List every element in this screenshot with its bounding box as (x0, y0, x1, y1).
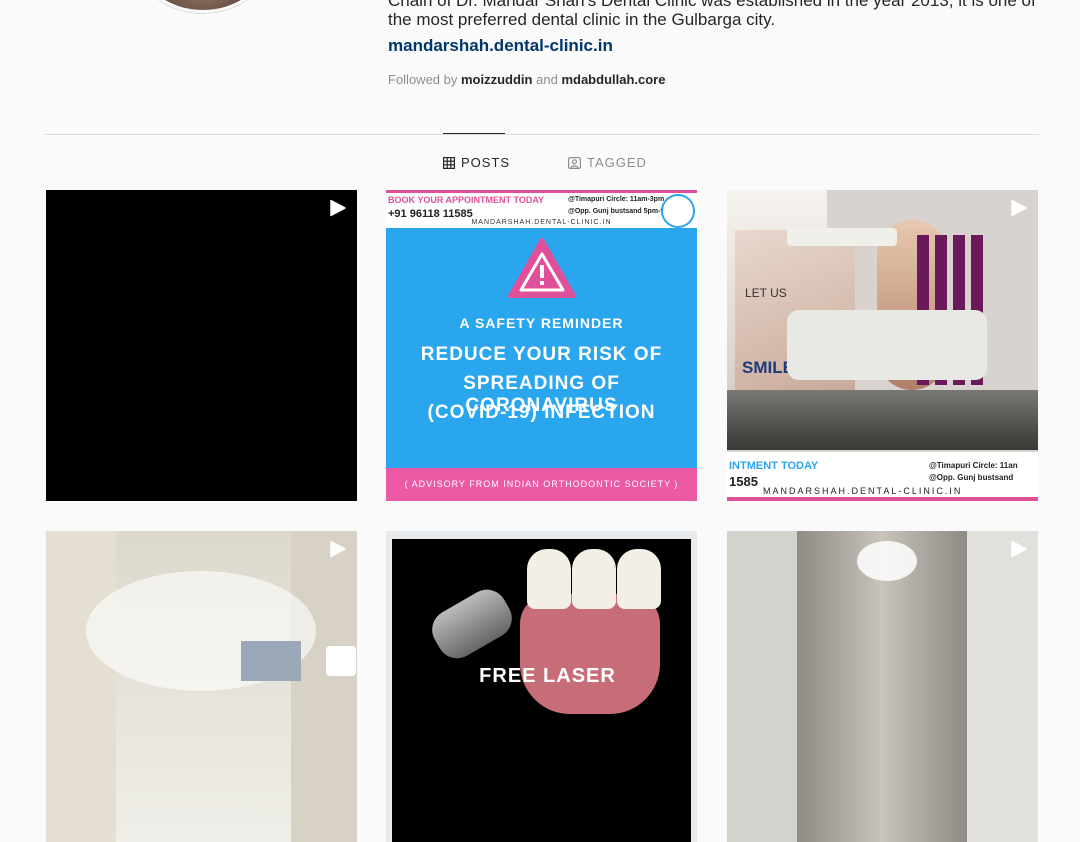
post-tile-5[interactable]: FREE LASER (386, 531, 697, 842)
poster-footer-text: ( ADVISORY FROM INDIAN ORTHODONTIC SOCIE… (404, 479, 679, 489)
tab-tagged[interactable]: TAGGED (568, 155, 647, 170)
tooth-illustration (527, 549, 571, 609)
poster-header: BOOK YOUR APPOINTMENT TODAY +91 96118 11… (386, 190, 697, 228)
grid-icon (443, 156, 455, 169)
banner-accent-bar (727, 497, 1038, 501)
followed-by-prefix: Followed by (388, 72, 458, 87)
clinic-badge (326, 646, 356, 676)
clinic-banner: INTMENT TODAY 1585 @Timapuri Circle: 11a… (727, 452, 1038, 501)
active-tab-indicator (443, 133, 505, 134)
room-right (291, 531, 357, 842)
tab-tagged-label: TAGGED (587, 155, 647, 170)
clinic-poster-text-1: LET US (745, 286, 787, 300)
ceiling-light (857, 541, 917, 581)
tooth-illustration (572, 549, 616, 609)
poster-line-1: A SAFETY REMINDER (459, 315, 624, 331)
followed-by-text: Followed by moizzuddin and mdabdullah.co… (388, 72, 665, 87)
poster-line-2: REDUCE YOUR RISK OF (420, 344, 663, 365)
dental-lamp (787, 228, 897, 246)
banner-location-1: @Timapuri Circle: 11an (929, 461, 1018, 470)
banner-appointment-text: INTMENT TODAY (729, 460, 819, 472)
banner-phone-text: 1585 (729, 474, 758, 489)
banner-location-2: @Opp. Gunj bustsand (929, 473, 1014, 482)
post-tile-6[interactable] (727, 531, 1038, 842)
tab-posts[interactable]: POSTS (443, 155, 510, 170)
tag-user-icon (568, 156, 581, 169)
poster-location-2: @Opp. Gunj bustsand 5pm-9pm (568, 208, 675, 215)
laser-image-frame: FREE LASER (392, 539, 691, 842)
post-tile-3[interactable]: LET US SMILE INTMENT TODAY 1585 @Timapur… (727, 190, 1038, 501)
video-play-icon (1010, 199, 1028, 222)
clinic-floor (727, 390, 1038, 450)
video-play-icon (329, 540, 347, 563)
room-left (46, 531, 116, 842)
room-right (967, 531, 1038, 842)
section-divider (45, 134, 1039, 135)
poster-footer: ( ADVISORY FROM INDIAN ORTHODONTIC SOCIE… (386, 468, 697, 501)
tab-posts-label: POSTS (461, 155, 511, 170)
video-play-icon (329, 199, 347, 222)
follower-link-2[interactable]: mdabdullah.core (561, 72, 665, 87)
tooth-illustration (617, 549, 661, 609)
laser-caption: FREE LASER (479, 665, 616, 687)
poster-book-text: BOOK YOUR APPOINTMENT TODAY (388, 195, 545, 205)
room-window (241, 641, 301, 681)
room-left (727, 531, 797, 842)
poster-website: MANDARSHAH.DENTAL-CLINIC.IN (471, 219, 612, 226)
poster-location-1: @Timapuri Circle: 11am-3pm (568, 196, 665, 203)
post-tile-4[interactable] (46, 531, 357, 842)
header-accent-bar (386, 190, 697, 193)
laser-probe-illustration (424, 582, 520, 666)
gum-illustration (520, 594, 660, 714)
banner-website: MANDARSHAH.DENTAL-CLINIC.IN (763, 486, 963, 496)
video-play-icon (1010, 540, 1028, 563)
post-tile-1[interactable] (46, 190, 357, 501)
profile-avatar[interactable] (143, 0, 263, 10)
followed-by-and: and (536, 72, 558, 87)
warning-icon (507, 237, 577, 304)
post-tile-2[interactable]: BOOK YOUR APPOINTMENT TODAY +91 96118 11… (386, 190, 697, 501)
dental-chair (787, 310, 987, 380)
poster-line-4: (COVID-19) INFECTION (427, 402, 656, 423)
bio-text-line-2: the most preferred dental clinic in the … (388, 10, 776, 29)
website-link[interactable]: mandarshah.dental-clinic.in (388, 36, 613, 56)
follower-link-1[interactable]: moizzuddin (461, 72, 533, 87)
